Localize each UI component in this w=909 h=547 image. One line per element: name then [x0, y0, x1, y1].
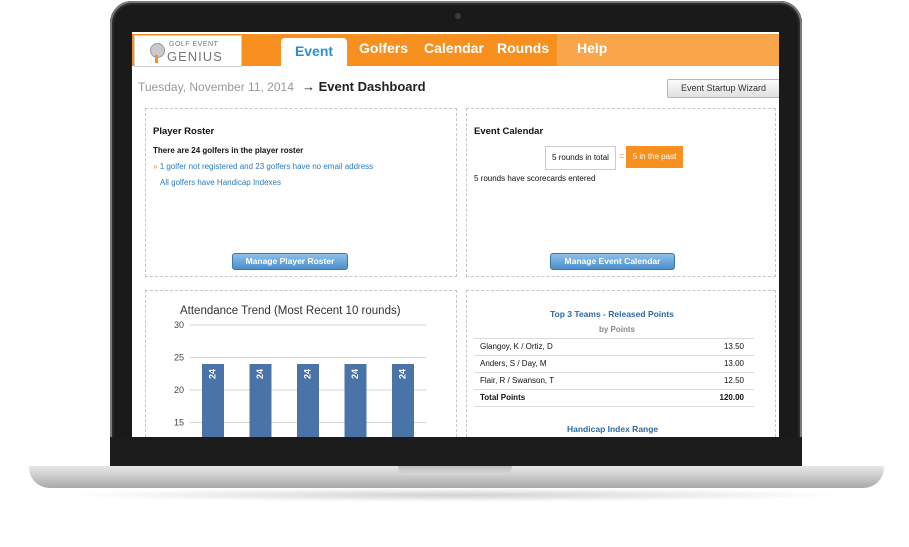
teams-subtitle: by Points — [599, 325, 636, 334]
team-name: Anders, S / Day, M — [480, 359, 547, 368]
tee-icon — [155, 55, 158, 63]
attendance-chart: 15 20 25 30 24 24 24 24 24 — [174, 320, 426, 437]
laptop-bottom-bezel — [110, 437, 802, 467]
tab-help[interactable]: Help — [577, 40, 607, 56]
roster-warning[interactable]: » 1 golfer not registered and 23 golfers… — [153, 162, 373, 171]
team-name: Flair, R / Swanson, T — [480, 376, 555, 385]
teams-panel: Top 3 Teams - Released Points by Points … — [466, 290, 776, 437]
tab-calendar[interactable]: Calendar — [424, 40, 484, 56]
team-name: Glangoy, K / Ortiz, D — [480, 342, 553, 351]
bar-value-label: 24 — [255, 369, 265, 379]
handicap-range-title: Handicap Index Range — [567, 424, 659, 434]
y-tick-label: 30 — [174, 320, 184, 330]
total-row: Total Points 120.00 — [474, 390, 754, 406]
separator — [474, 406, 754, 407]
laptop-notch — [398, 466, 512, 475]
logo-big-text: GENIUS — [167, 49, 223, 64]
total-value: 120.00 — [719, 393, 744, 402]
player-roster-panel: Player Roster There are 24 golfers in th… — [145, 108, 457, 277]
total-label: Total Points — [480, 393, 526, 402]
event-calendar-panel: Event Calendar 5 rounds in total = 5 in … — [466, 108, 776, 277]
top-nav: GOLF EVENT GENIUS Event Golfers Calendar… — [132, 34, 779, 67]
logo-small-text: GOLF EVENT — [169, 41, 219, 48]
manage-event-calendar-button[interactable]: Manage Event Calendar — [550, 253, 675, 270]
roster-summary: There are 24 golfers in the player roste… — [153, 146, 304, 155]
tab-rounds[interactable]: Rounds — [497, 40, 549, 56]
team-row: Flair, R / Swanson, T 12.50 — [474, 373, 754, 389]
tab-golfers[interactable]: Golfers — [359, 40, 408, 56]
past-rounds-box[interactable]: 5 in the past — [626, 146, 683, 168]
team-points: 13.00 — [723, 359, 744, 368]
teams-title: Top 3 Teams - Released Points — [550, 309, 674, 319]
team-row: Anders, S / Day, M 13.00 — [474, 356, 754, 372]
laptop-shadow — [60, 488, 850, 502]
attendance-panel: Attendance Trend (Most Recent 10 rounds)… — [145, 290, 457, 437]
manage-player-roster-button[interactable]: Manage Player Roster — [232, 253, 348, 270]
warning-icon: » — [153, 162, 158, 171]
event-startup-wizard-button[interactable]: Event Startup Wizard — [667, 79, 779, 98]
logo[interactable]: GOLF EVENT GENIUS — [134, 35, 242, 67]
bar-value-label: 24 — [207, 369, 217, 379]
page-date: Tuesday, November 11, 2014 — [138, 80, 294, 94]
event-calendar-title: Event Calendar — [474, 126, 544, 137]
rounds-total-box[interactable]: 5 rounds in total — [545, 146, 616, 170]
handicap-link[interactable]: All golfers have Handicap Indexes — [160, 178, 281, 187]
screen: GOLF EVENT GENIUS Event Golfers Calendar… — [132, 32, 779, 437]
y-tick-label: 20 — [174, 385, 184, 395]
tab-event[interactable]: Event — [281, 38, 347, 66]
bar-value-label: 24 — [302, 369, 312, 379]
y-tick-label: 25 — [174, 353, 184, 363]
bar-value-label: 24 — [350, 369, 360, 379]
bar-value-label: 24 — [397, 369, 407, 379]
scorecards-text: 5 rounds have scorecards entered — [474, 174, 596, 183]
camera-icon — [455, 13, 461, 19]
y-tick-label: 15 — [174, 418, 184, 428]
team-points: 13.50 — [723, 342, 744, 351]
page-title: → Event Dashboard — [302, 79, 426, 94]
equals-sign: = — [619, 151, 625, 161]
team-points: 12.50 — [723, 376, 744, 385]
roster-warning-text: 1 golfer not registered and 23 golfers h… — [159, 162, 374, 171]
player-roster-title: Player Roster — [153, 126, 215, 137]
team-row: Glangoy, K / Ortiz, D 13.50 — [474, 339, 754, 355]
